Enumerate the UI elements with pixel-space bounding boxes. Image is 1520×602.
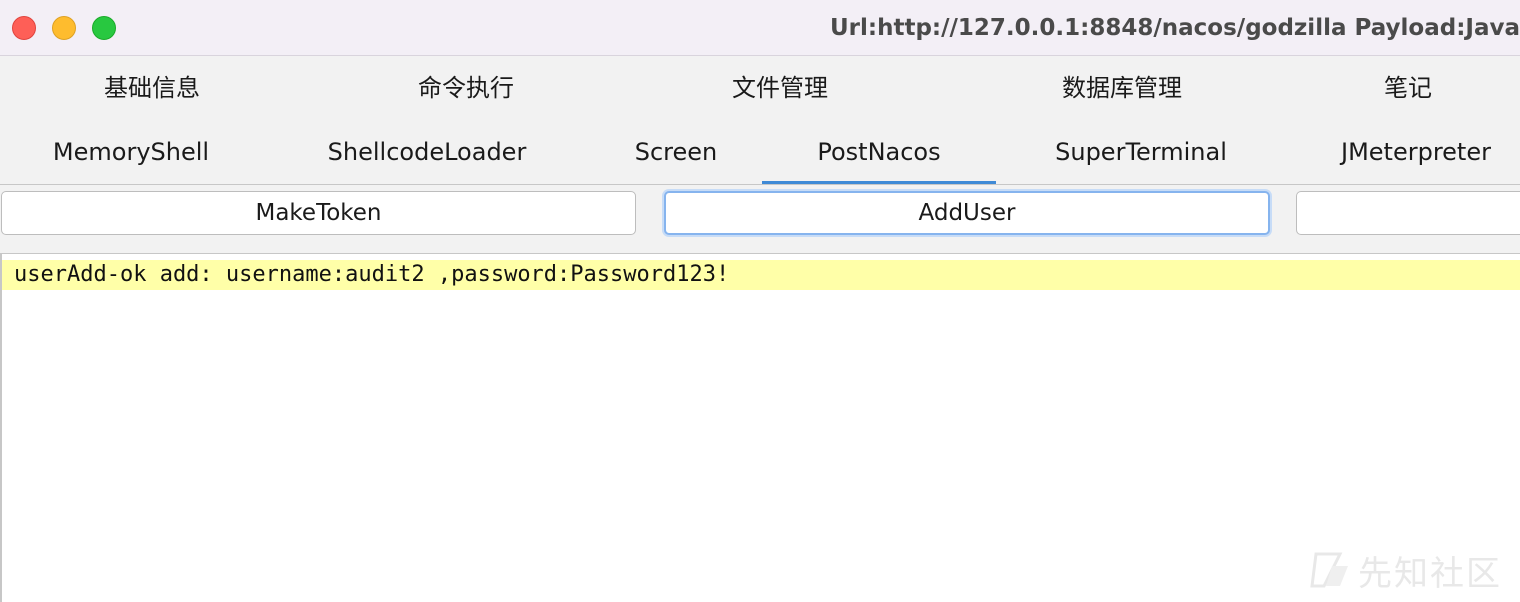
tab-basic-info[interactable]: 基础信息 — [52, 56, 252, 120]
add-user-button[interactable]: AddUser — [664, 191, 1270, 235]
tab-file-manager[interactable]: 文件管理 — [680, 56, 880, 120]
tab-row-2: MemoryShell ShellcodeLoader Screen PostN… — [0, 120, 1520, 186]
tab-bar: 基础信息 命令执行 文件管理 数据库管理 笔记 MemoryShell Shel… — [0, 56, 1520, 186]
tab-notes[interactable]: 笔记 — [1308, 56, 1508, 120]
title-bar: Url:http://127.0.0.1:8848/nacos/godzilla… — [0, 0, 1520, 56]
tab-command-exec[interactable]: 命令执行 — [366, 56, 566, 120]
make-token-button[interactable]: MakeToken — [1, 191, 636, 235]
tab-database-manager[interactable]: 数据库管理 — [1022, 56, 1222, 120]
tab-screen[interactable]: Screen — [606, 120, 746, 184]
third-action-button[interactable] — [1296, 191, 1520, 235]
minimize-window-button[interactable] — [52, 16, 76, 40]
output-highlighted-line: userAdd-ok add: username:audit2 ,passwor… — [2, 260, 1520, 290]
tab-super-terminal[interactable]: SuperTerminal — [1036, 120, 1246, 184]
output-textarea[interactable]: userAdd-ok add: username:audit2 ,passwor… — [0, 253, 1520, 602]
watermark: 先知社区 — [1310, 546, 1502, 594]
tab-row-1: 基础信息 命令执行 文件管理 数据库管理 笔记 — [0, 56, 1520, 120]
window-title: Url:http://127.0.0.1:8848/nacos/godzilla… — [830, 15, 1520, 41]
watermark-text: 先知社区 — [1358, 553, 1502, 594]
action-button-row: MakeToken AddUser — [0, 185, 1520, 253]
zoom-window-button[interactable] — [92, 16, 116, 40]
app-window: Url:http://127.0.0.1:8848/nacos/godzilla… — [0, 0, 1520, 602]
tab-memory-shell[interactable]: MemoryShell — [36, 120, 226, 184]
tab-post-nacos[interactable]: PostNacos — [762, 120, 996, 186]
tab-shellcode-loader[interactable]: ShellcodeLoader — [312, 120, 542, 184]
close-window-button[interactable] — [12, 16, 36, 40]
xianzhi-logo-icon — [1310, 552, 1348, 588]
tab-jmeterpreter[interactable]: JMeterpreter — [1326, 120, 1506, 184]
